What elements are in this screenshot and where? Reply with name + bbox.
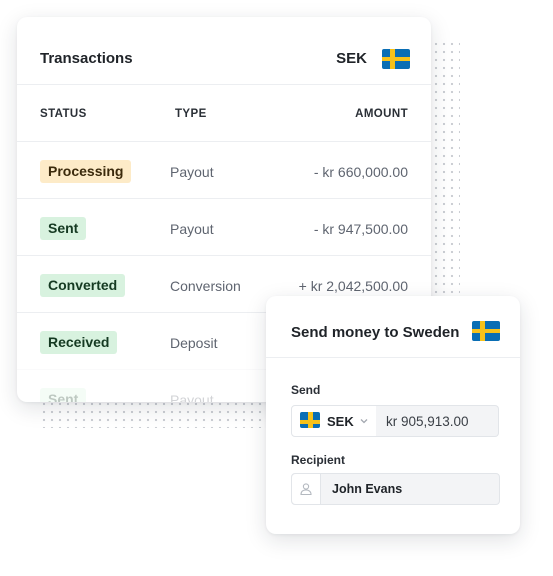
transaction-type: Payout bbox=[170, 221, 214, 237]
recipient-label: Recipient bbox=[291, 453, 346, 467]
status-badge: Converted bbox=[40, 274, 126, 297]
status-badge: Sent bbox=[40, 217, 87, 240]
send-money-title: Send money to Sweden bbox=[291, 324, 460, 341]
currency-code: SEK bbox=[336, 50, 367, 67]
transaction-type: Payout bbox=[170, 164, 214, 180]
send-money-card: Send money to Sweden Send SEK kr 905,913… bbox=[266, 296, 520, 534]
transaction-type: Payout bbox=[170, 392, 214, 402]
currency-select[interactable]: SEK bbox=[291, 405, 378, 437]
status-badge: Received bbox=[40, 331, 118, 354]
recipient-icon-box bbox=[292, 474, 321, 504]
recipient-name: John Evans bbox=[332, 482, 403, 496]
sweden-flag-icon bbox=[382, 49, 410, 69]
column-header-type[interactable]: TYPE bbox=[175, 108, 207, 120]
chevron-down-icon bbox=[360, 419, 368, 424]
send-money-header: Send money to Sweden bbox=[266, 296, 520, 358]
send-amount-value: kr 905,913.00 bbox=[386, 414, 469, 429]
person-icon bbox=[300, 483, 312, 496]
dot-pattern-right bbox=[432, 40, 460, 310]
recipient-field[interactable]: John Evans bbox=[291, 473, 500, 505]
transactions-title: Transactions bbox=[40, 50, 133, 67]
transaction-amount: - kr 660,000.00 bbox=[313, 164, 408, 180]
status-badge: Sent bbox=[40, 388, 87, 402]
dot-pattern-bottom bbox=[40, 400, 270, 428]
table-row[interactable]: Processing Payout - kr 660,000.00 bbox=[17, 141, 431, 199]
transaction-amount: + kr 2,042,500.00 bbox=[298, 278, 408, 294]
sweden-flag-icon bbox=[300, 412, 320, 428]
table-row[interactable]: Sent Payout - kr 947,500.00 bbox=[17, 198, 431, 256]
transaction-amount: - kr 947,500.00 bbox=[313, 221, 408, 237]
column-header-status[interactable]: STATUS bbox=[40, 108, 87, 120]
status-badge: Processing bbox=[40, 160, 132, 183]
transaction-type: Conversion bbox=[170, 278, 241, 294]
transaction-type: Deposit bbox=[170, 335, 218, 351]
currency-select-value: SEK bbox=[327, 414, 354, 429]
send-amount-input[interactable]: kr 905,913.00 bbox=[376, 405, 499, 437]
transactions-header: Transactions SEK bbox=[17, 17, 431, 85]
sweden-flag-icon bbox=[472, 321, 500, 341]
column-header-amount[interactable]: AMOUNT bbox=[355, 108, 408, 120]
send-label: Send bbox=[291, 383, 321, 397]
